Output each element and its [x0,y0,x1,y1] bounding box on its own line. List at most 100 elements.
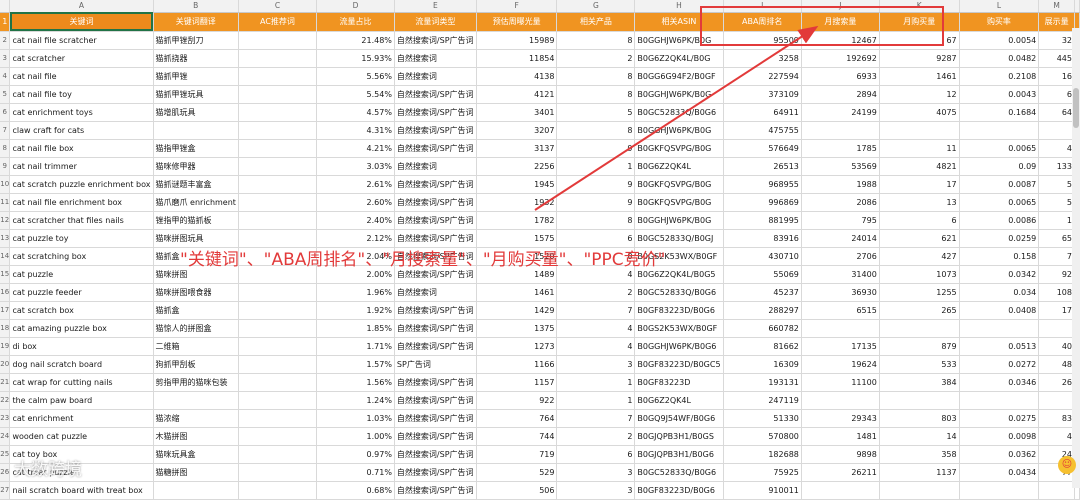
table-cell[interactable]: 0.0086 [959,211,1040,230]
row-number[interactable]: 24 [0,427,11,446]
table-cell[interactable]: 猫抓甲锉 [153,67,239,86]
table-cell[interactable]: 1461 [879,67,960,86]
table-cell[interactable]: 8 [556,85,636,104]
table-cell[interactable] [238,391,318,410]
table-cell[interactable]: 475755 [723,121,802,140]
table-cell[interactable]: 11 [879,139,960,158]
table-cell[interactable]: 6933 [801,67,880,86]
table-cell[interactable] [1038,391,1075,410]
table-cell[interactable] [238,355,318,374]
scroll-thumb[interactable] [1073,88,1079,128]
table-cell[interactable]: 16309 [723,355,802,374]
table-cell[interactable] [238,337,318,356]
table-cell[interactable]: 1.56% [316,373,395,392]
column-header[interactable]: 关键词 [9,12,154,32]
table-cell[interactable]: 247119 [723,391,802,410]
table-cell[interactable]: 自然搜索词/SP广告词 [394,301,477,320]
table-cell[interactable]: 自然搜索词 [394,157,477,176]
table-cell[interactable]: 36930 [801,283,880,302]
table-cell[interactable]: cat puzzle feeder [9,283,154,302]
table-cell[interactable]: cat nail trimmer [9,157,154,176]
table-cell[interactable] [801,121,880,140]
table-cell[interactable]: 922 [476,391,558,410]
table-cell[interactable] [238,139,318,158]
table-cell[interactable]: 621 [879,229,960,248]
table-cell[interactable]: 0.0272 [959,355,1040,374]
table-cell[interactable] [959,481,1040,500]
table-cell[interactable]: 576649 [723,139,802,158]
table-cell[interactable]: 自然搜索词/SP广告词 [394,373,477,392]
table-cell[interactable]: 795 [801,211,880,230]
table-cell[interactable]: 16 [1038,67,1075,86]
table-cell[interactable]: nail scratch board with treat box [9,481,154,500]
table-cell[interactable]: 4121 [476,85,558,104]
table-cell[interactable] [238,31,318,50]
table-cell[interactable]: 4 [556,337,636,356]
table-cell[interactable]: 剪指甲用的猫咪包装 [153,373,239,392]
table-cell[interactable]: 1782 [476,211,558,230]
table-cell[interactable]: 4.21% [316,139,395,158]
table-cell[interactable]: 533 [879,355,960,374]
table-cell[interactable]: B0GGHJW6PK/B0G [634,85,724,104]
column-letter[interactable] [1074,0,1080,13]
table-cell[interactable] [801,481,880,500]
table-cell[interactable]: B0GC52833Q/B0G6 [634,463,724,482]
column-letter[interactable]: C [238,0,318,13]
table-cell[interactable] [1038,481,1075,500]
table-cell[interactable]: 506 [476,481,558,500]
column-header[interactable]: 流量占比 [316,12,395,32]
table-cell[interactable]: 猫糖拼图 [153,463,239,482]
table-cell[interactable]: 自然搜索词 [394,67,477,86]
table-cell[interactable]: 7 [556,301,636,320]
table-cell[interactable]: 0.0087 [959,175,1040,194]
table-cell[interactable]: 自然搜索词/SP广告词 [394,391,477,410]
table-cell[interactable] [238,463,318,482]
row-number[interactable]: 7 [0,121,11,140]
table-cell[interactable]: 430710 [723,247,802,266]
table-cell[interactable]: 3 [556,463,636,482]
table-cell[interactable]: 2256 [476,157,558,176]
table-cell[interactable]: 1273 [476,337,558,356]
table-cell[interactable]: B0GC52833Q/B0G6 [634,283,724,302]
table-cell[interactable]: 1.85% [316,319,395,338]
table-cell[interactable]: 48 [1038,355,1075,374]
table-cell[interactable]: 自然搜索词/SP广告词 [394,463,477,482]
table-cell[interactable]: 2894 [801,85,880,104]
table-cell[interactable]: 1 [556,373,636,392]
table-cell[interactable]: 9 [556,139,636,158]
table-cell[interactable]: 373109 [723,85,802,104]
row-number[interactable]: 22 [0,391,11,410]
row-number[interactable]: 23 [0,409,11,428]
table-cell[interactable]: 4.31% [316,121,395,140]
table-cell[interactable]: 0.0054 [959,31,1040,50]
table-cell[interactable]: 自然搜索词 [394,283,477,302]
table-cell[interactable] [238,49,318,68]
table-cell[interactable]: 自然搜索词/SP广告词 [394,139,477,158]
row-number[interactable]: 19 [0,337,11,356]
table-cell[interactable] [801,319,880,338]
table-cell[interactable]: 12 [879,85,960,104]
table-cell[interactable] [879,481,960,500]
table-cell[interactable]: cat nail file toy [9,85,154,104]
table-cell[interactable]: 0.0408 [959,301,1040,320]
table-cell[interactable]: 自然搜索词/SP广告词 [394,85,477,104]
table-cell[interactable] [1038,121,1075,140]
row-number[interactable]: 6 [0,103,11,122]
table-cell[interactable]: 2 [556,283,636,302]
table-cell[interactable]: 1 [1038,211,1075,230]
table-cell[interactable]: 猫咪拼图喂食器 [153,283,239,302]
table-cell[interactable]: 193131 [723,373,802,392]
table-cell[interactable]: 64 [1038,103,1075,122]
table-cell[interactable]: 1785 [801,139,880,158]
table-cell[interactable]: 4075 [879,103,960,122]
table-cell[interactable]: 660782 [723,319,802,338]
table-cell[interactable]: 自然搜索词/SP广告词 [394,103,477,122]
table-cell[interactable]: 5.54% [316,85,395,104]
table-cell[interactable]: 猫抓甲锉玩具 [153,85,239,104]
table-cell[interactable]: 744 [476,427,558,446]
column-header[interactable]: AC推荐词 [238,12,318,32]
table-cell[interactable]: 81662 [723,337,802,356]
table-cell[interactable]: 0.0342 [959,265,1040,284]
table-cell[interactable]: 猫咪修甲器 [153,157,239,176]
table-cell[interactable]: 1137 [879,463,960,482]
